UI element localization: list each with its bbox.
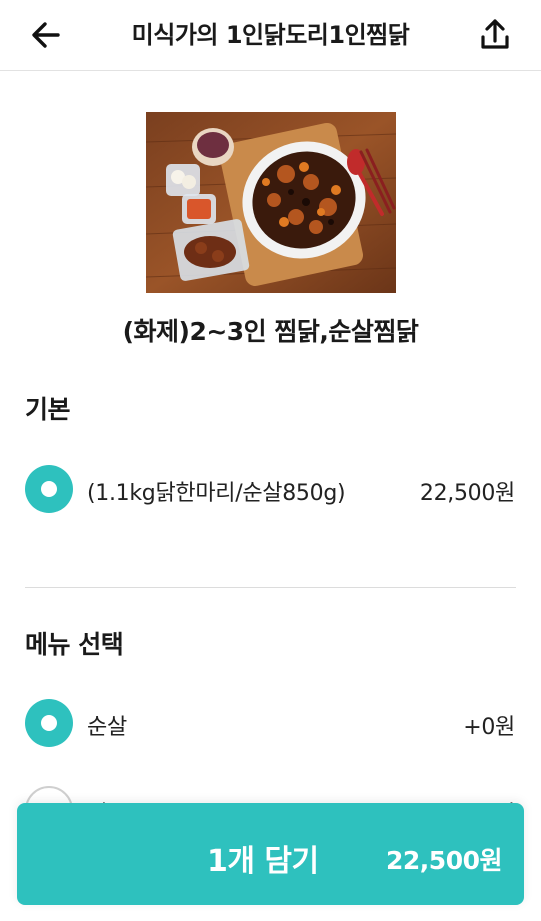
share-upload-icon [481,19,509,49]
cart-total-price: 22,500원 [386,846,502,875]
page-title: 미식가의 1인닭도리1인찜닭 [131,21,410,49]
add-to-cart-label: 1개 담기 [207,844,319,879]
section-title-basic: 기본 [25,395,71,424]
share-button[interactable] [476,15,514,53]
radio-selected[interactable] [25,699,73,747]
product-image [146,112,396,293]
add-to-cart-button[interactable]: 1개 담기 22,500원 [17,803,524,905]
top-app-bar: 미식가의 1인닭도리1인찜닭 [0,0,541,71]
arrow-left-icon [32,22,60,48]
option-basic-whole-chicken[interactable]: (1.1kg닭한마리/순살850g) 22,500원 [0,463,541,515]
option-price: 22,500원 [419,481,515,506]
option-label: (1.1kg닭한마리/순살850g) [87,481,346,506]
back-button[interactable] [28,17,64,53]
section-title-menu-select: 메뉴 선택 [25,630,124,659]
product-name: (화제)2~3인 찜닭,순살찜닭 [122,317,419,346]
option-price: +0원 [463,715,515,740]
option-label: 순살 [87,715,127,740]
option-boneless[interactable]: 순살 +0원 [0,697,541,749]
section-divider [25,587,516,588]
radio-selected[interactable] [25,465,73,513]
